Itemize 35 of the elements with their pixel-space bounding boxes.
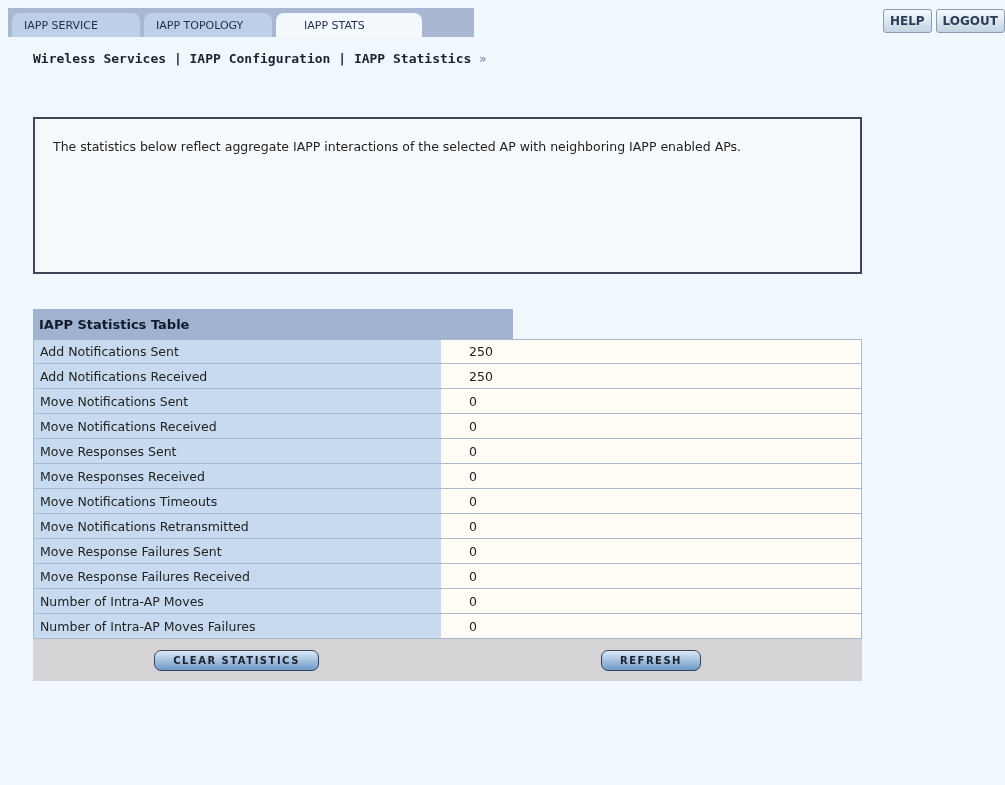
- help-button[interactable]: HELP: [882, 9, 932, 33]
- logout-button[interactable]: LOGOUT: [935, 9, 1005, 33]
- breadcrumb-arrow: »: [479, 51, 487, 66]
- row-value: 0: [441, 539, 861, 563]
- row-value: 0: [441, 389, 861, 413]
- row-value: 0: [441, 439, 861, 463]
- row-value: 250: [441, 364, 861, 388]
- row-label: Move Notifications Timeouts: [34, 489, 441, 513]
- row-value: 0: [441, 564, 861, 588]
- row-label: Move Notifications Sent: [34, 389, 441, 413]
- tab[interactable]: IAPP TOPOLOGY: [144, 13, 272, 37]
- row-label: Move Responses Received: [34, 464, 441, 488]
- refresh-button[interactable]: REFRESH: [601, 649, 701, 671]
- row-value: 0: [441, 589, 861, 613]
- row-value: 0: [441, 489, 861, 513]
- row-label: Move Response Failures Received: [34, 564, 441, 588]
- tab[interactable]: IAPP STATS: [276, 13, 422, 37]
- row-label: Add Notifications Received: [34, 364, 441, 388]
- row-label: Move Notifications Received: [34, 414, 441, 438]
- row-label: Add Notifications Sent: [34, 340, 441, 363]
- tab[interactable]: IAPP SERVICE: [12, 13, 140, 37]
- row-value: 0: [441, 464, 861, 488]
- table-title: IAPP Statistics Table: [33, 309, 513, 339]
- row-label: Move Response Failures Sent: [34, 539, 441, 563]
- row-value: 250: [441, 340, 861, 363]
- clear-statistics-button[interactable]: CLEAR STATISTICS: [154, 649, 319, 671]
- breadcrumb: Wireless Services | IAPP Configuration | IAPP Statistics: [33, 51, 472, 66]
- description-text: The statistics below reflect aggregate IAPP interactions of the selected AP with neighboring IAPP enabled APs.: [53, 139, 743, 155]
- row-label: Number of Intra-AP Moves: [34, 589, 441, 613]
- row-value: 0: [441, 614, 861, 638]
- row-label: Move Responses Sent: [34, 439, 441, 463]
- row-label: Number of Intra-AP Moves Failures: [34, 614, 441, 638]
- row-value: 0: [441, 414, 861, 438]
- row-value: 0: [441, 514, 861, 538]
- row-label: Move Notifications Retransmitted: [34, 514, 441, 538]
